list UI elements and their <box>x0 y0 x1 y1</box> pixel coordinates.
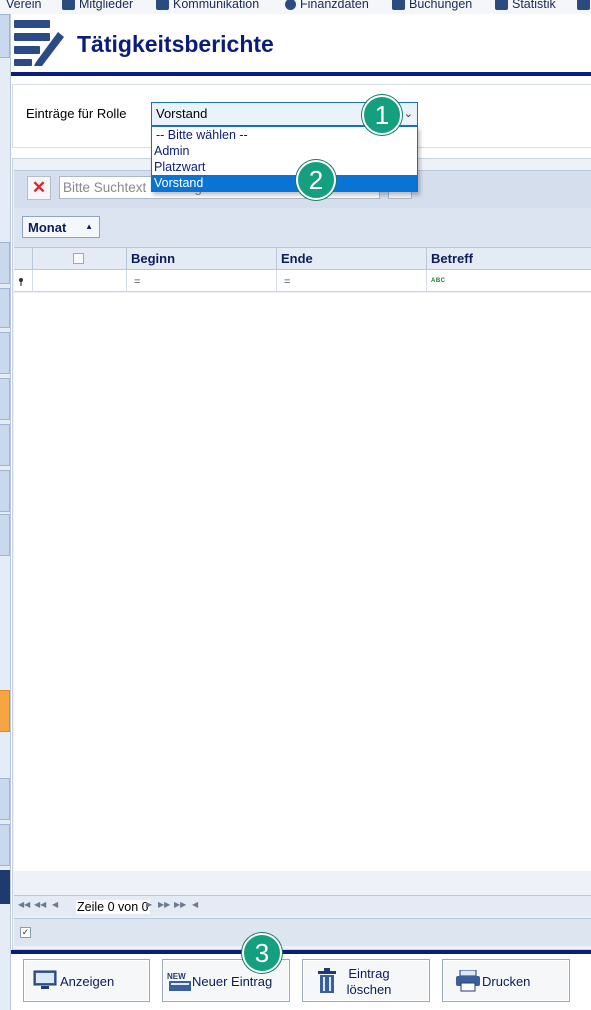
delete-entry-button[interactable]: Eintrag löschen <box>302 959 430 1002</box>
show-button[interactable]: Anzeigen <box>23 959 150 1002</box>
menu-mitglieder-label: Mitglieder <box>79 0 134 11</box>
clear-search-button[interactable]: ✕ <box>27 176 51 200</box>
svg-text:NEW: NEW <box>167 972 186 981</box>
delete-label-line1: Eintrag <box>348 966 390 981</box>
printer-icon <box>456 970 480 992</box>
filter-operator-equals[interactable]: = <box>134 276 140 288</box>
members-icon <box>62 0 75 10</box>
left-nav-tab-active[interactable] <box>0 690 10 732</box>
role-select-value: Vorstand <box>156 106 208 121</box>
more-menu-icon <box>577 0 590 10</box>
print-button-label: Drucken <box>482 974 531 989</box>
menu-more[interactable] <box>577 0 590 12</box>
left-nav-tab[interactable] <box>0 242 10 284</box>
pin-icon <box>19 278 23 286</box>
left-nav-tab[interactable] <box>0 514 10 556</box>
page-title: Tätigkeitsberichte <box>77 31 274 57</box>
show-button-label: Anzeigen <box>60 974 115 989</box>
new-entry-icon: NEW <box>167 972 191 991</box>
pager-more-icon[interactable]: ◀ <box>192 900 198 909</box>
left-nav-tab[interactable] <box>0 332 10 374</box>
mail-icon <box>156 0 169 10</box>
group-by-panel <box>14 208 591 248</box>
menu-buchungen-label: Buchungen <box>409 0 473 11</box>
left-nav-tab[interactable] <box>0 870 10 904</box>
booking-icon <box>392 0 405 10</box>
prev-block-icon[interactable]: ◀◀ <box>34 900 46 909</box>
main-menu-bar: Verein Mitglieder Kommunikation Finanzda… <box>0 0 591 14</box>
next-page-icon[interactable]: ▶ <box>146 900 152 909</box>
group-chip-monat[interactable]: Monat ▲ <box>22 216 100 238</box>
left-nav-strip <box>0 14 11 1010</box>
trash-icon <box>318 968 336 993</box>
chevron-down-icon: ⌄ <box>403 108 413 120</box>
menu-finanzdaten[interactable]: Finanzdaten <box>285 0 369 12</box>
prev-page-icon[interactable]: ◀ <box>52 900 58 909</box>
left-nav-tab[interactable] <box>0 778 10 820</box>
last-page-icon[interactable]: ▶▶ <box>174 900 186 909</box>
menu-kommunikation[interactable]: Kommunikation <box>156 0 259 12</box>
pager-bar: ◀◀ ◀◀ ◀ Zeile 0 von 0 ▶ ▶▶ ▶▶ ◀ <box>14 895 591 917</box>
column-header-beginn[interactable]: Beginn <box>127 248 277 270</box>
step-callout-2: 2 <box>296 160 336 200</box>
new-entry-button-label: Neuer Eintrag <box>192 974 273 989</box>
filter-cell-betreff[interactable] <box>427 270 591 292</box>
role-option-platzwart[interactable]: Platzwart <box>152 159 417 175</box>
left-nav-tab[interactable] <box>0 378 10 420</box>
grid-footer <box>14 918 591 946</box>
role-option-vorstand[interactable]: Vorstand <box>152 175 417 191</box>
menu-buchungen[interactable]: Buchungen <box>392 0 472 12</box>
left-nav-tab[interactable] <box>0 14 10 58</box>
euro-icon <box>285 0 296 10</box>
left-nav-tab[interactable] <box>0 824 10 866</box>
footer-checkbox[interactable]: ✓ <box>20 927 31 938</box>
delete-label-line2: löschen <box>346 982 392 997</box>
menu-statistik[interactable]: Statistik <box>495 0 556 12</box>
delete-entry-button-label: Eintrag löschen <box>341 966 397 998</box>
next-block-icon[interactable]: ▶▶ <box>158 900 170 909</box>
first-page-icon[interactable]: ◀◀ <box>18 900 30 909</box>
menu-verein-label: Verein <box>6 0 42 11</box>
menu-statistik-label: Statistik <box>512 0 556 11</box>
print-button[interactable]: Drucken <box>442 959 570 1002</box>
role-filter-label: Einträge für Rolle <box>26 106 127 121</box>
bottom-divider <box>11 950 591 954</box>
grid-body[interactable] <box>14 293 591 871</box>
indicator-column-header <box>14 248 33 270</box>
left-nav-tab[interactable] <box>0 470 10 512</box>
filter-row-indicator <box>14 270 33 292</box>
column-header-betreff[interactable]: Betreff <box>427 248 591 270</box>
filter-cell-beginn[interactable] <box>127 270 277 292</box>
step-callout-1: 1 <box>362 95 402 135</box>
select-all-checkbox[interactable] <box>73 253 84 264</box>
filter-cell-ende[interactable] <box>277 270 427 292</box>
menu-kommunikation-label: Kommunikation <box>173 0 260 11</box>
filter-operator-equals[interactable]: = <box>284 276 290 288</box>
monitor-icon <box>33 970 57 989</box>
step-callout-3: 3 <box>242 933 282 973</box>
chart-icon <box>495 0 508 10</box>
filter-cell-select[interactable] <box>33 270 127 292</box>
pager-row-text: Zeile 0 von 0 <box>76 900 150 914</box>
title-divider <box>11 72 591 76</box>
menu-verein[interactable]: Verein <box>6 0 41 12</box>
text-filter-icon[interactable]: ABC <box>431 278 446 284</box>
left-nav-tab[interactable] <box>0 424 10 466</box>
role-dropdown-list: -- Bitte wählen -- Admin Platzwart Vorst… <box>151 126 418 192</box>
sort-ascending-icon: ▲ <box>85 222 93 231</box>
report-edit-icon <box>14 20 64 66</box>
group-chip-label: Monat <box>28 220 67 235</box>
column-header-ende[interactable]: Ende <box>277 248 427 270</box>
menu-mitglieder[interactable]: Mitglieder <box>62 0 133 12</box>
menu-finanzdaten-label: Finanzdaten <box>300 0 369 11</box>
left-nav-tab[interactable] <box>0 288 10 328</box>
role-option-admin[interactable]: Admin <box>152 143 417 159</box>
